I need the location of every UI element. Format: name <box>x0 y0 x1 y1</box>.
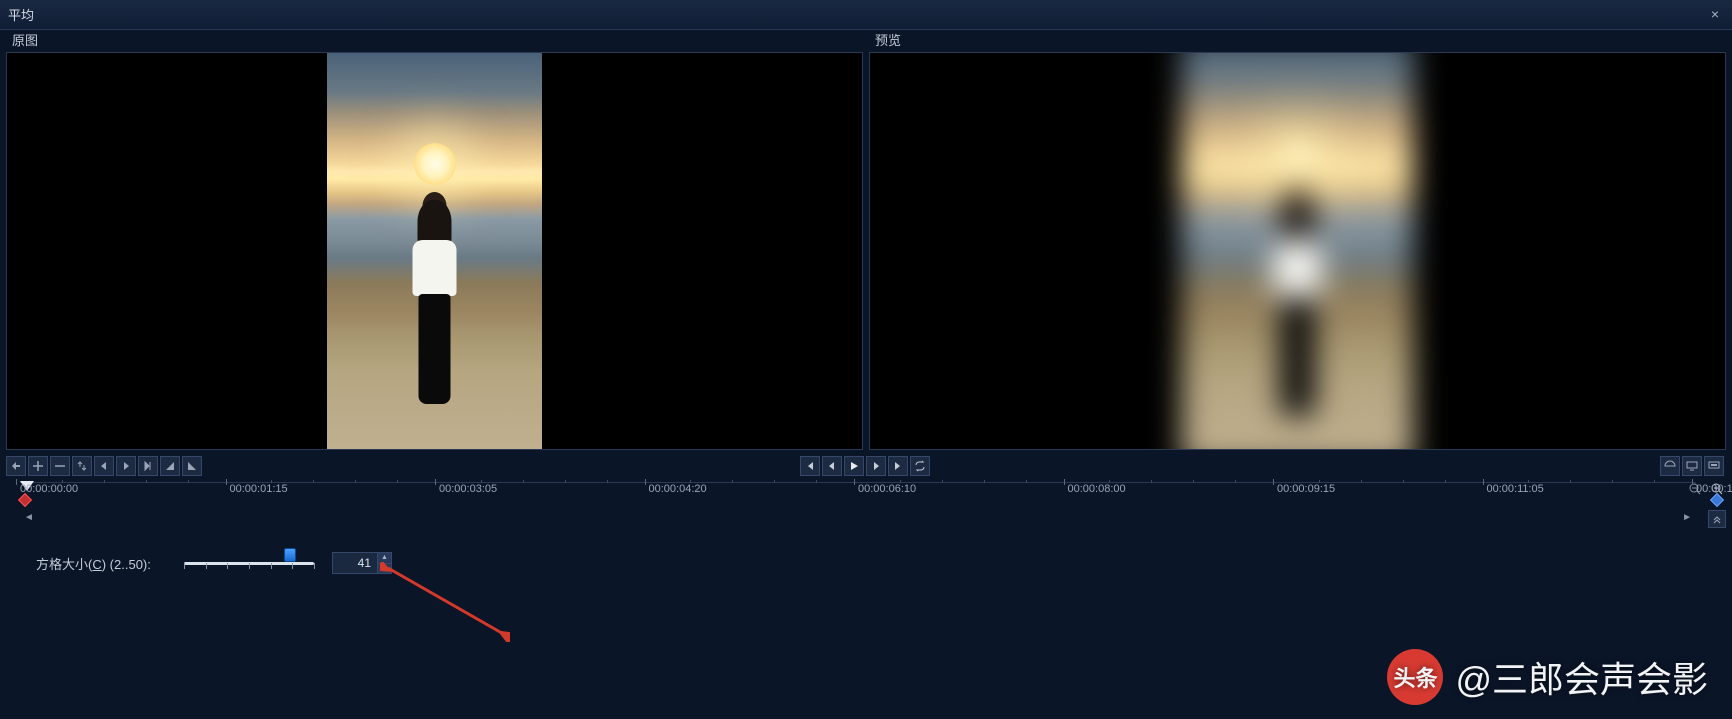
collapse-button[interactable] <box>1708 510 1726 528</box>
sun-icon <box>1275 134 1320 179</box>
fadein-icon[interactable] <box>160 456 180 476</box>
preview-canvas <box>869 52 1726 450</box>
annotation-arrow <box>380 562 510 642</box>
original-pane: 原图 <box>6 30 863 450</box>
watermark: 头条 @三郎会声会影 <box>1387 649 1708 705</box>
close-button[interactable]: × <box>1706 6 1724 24</box>
next-keyframe-icon[interactable] <box>116 456 136 476</box>
person-silhouette <box>1268 187 1327 435</box>
prev-frame-icon[interactable] <box>822 456 842 476</box>
preview-row: 原图 预览 <box>0 30 1732 450</box>
playback-controls <box>800 456 932 476</box>
window-title: 平均 <box>8 5 34 24</box>
label-suffix: ) (2..50): <box>102 557 151 572</box>
original-canvas <box>6 52 863 450</box>
next-frame-icon[interactable] <box>866 456 886 476</box>
preview-image <box>1181 52 1413 450</box>
play-icon[interactable] <box>844 456 864 476</box>
timeline-scroll: ◄ ► <box>20 512 1696 526</box>
label-prefix: 方格大小( <box>36 557 92 572</box>
timeline-area: 00:00:00:0000:00:01:1500:00:03:0500:00:0… <box>0 478 1732 526</box>
toolbar-row <box>0 454 1732 478</box>
cell-size-spinbox[interactable]: 41 ▲ ▼ <box>332 552 392 574</box>
label-hotkey: C <box>92 557 101 572</box>
preview-label: 预览 <box>869 30 1726 52</box>
prev-keyframe-icon[interactable] <box>94 456 114 476</box>
keyframe-toolbar <box>6 456 204 476</box>
remove-keyframe-icon[interactable] <box>50 456 70 476</box>
person-silhouette <box>407 192 462 422</box>
fadeout-icon[interactable] <box>182 456 202 476</box>
cell-size-value[interactable]: 41 <box>333 553 377 573</box>
scroll-left-icon[interactable]: ◄ <box>24 512 34 526</box>
external-monitor-icon[interactable] <box>1704 456 1724 476</box>
scroll-right-icon[interactable]: ► <box>1682 512 1692 526</box>
display-mode-icon[interactable] <box>1660 456 1680 476</box>
display-toolbar <box>1660 456 1726 476</box>
loop-icon[interactable] <box>910 456 930 476</box>
slider-thumb[interactable] <box>284 548 296 562</box>
spin-up-button[interactable]: ▲ <box>377 553 391 564</box>
undo-icon[interactable] <box>6 456 26 476</box>
cell-size-label: 方格大小(C) (2..50): <box>36 554 166 573</box>
go-start-icon[interactable] <box>800 456 820 476</box>
watermark-logo: 头条 <box>1387 649 1443 705</box>
param-row: 方格大小(C) (2..50): 41 ▲ ▼ <box>0 526 1732 574</box>
original-label: 原图 <box>6 30 863 52</box>
timeline-tick: 00:00:12:20 <box>1696 483 1732 495</box>
titlebar: 平均 × <box>0 0 1732 30</box>
sun-icon <box>414 143 456 185</box>
spin-down-button[interactable]: ▼ <box>377 564 391 574</box>
preview-pane: 预览 <box>869 30 1726 450</box>
go-end-icon[interactable] <box>888 456 908 476</box>
monitor-icon[interactable] <box>1682 456 1702 476</box>
timeline-ruler[interactable]: 00:00:00:0000:00:01:1500:00:03:0500:00:0… <box>20 482 1696 512</box>
watermark-text: @三郎会声会影 <box>1455 651 1708 703</box>
reverse-icon[interactable] <box>138 456 158 476</box>
original-image <box>327 53 542 449</box>
cell-size-slider[interactable] <box>184 553 314 573</box>
swap-icon[interactable] <box>72 456 92 476</box>
add-keyframe-icon[interactable] <box>28 456 48 476</box>
